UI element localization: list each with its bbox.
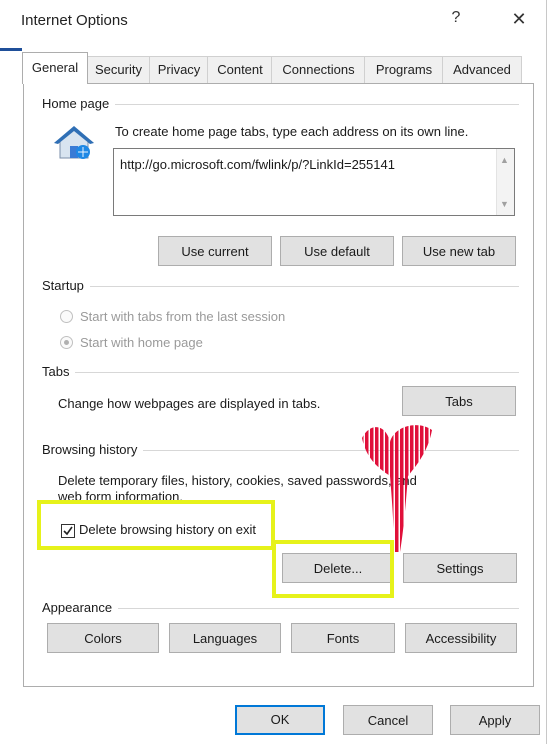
- delete-history-on-exit-checkbox[interactable]: [61, 524, 75, 538]
- tab-privacy[interactable]: Privacy: [149, 56, 209, 83]
- browsing-history-label: Browsing history: [42, 442, 144, 457]
- tab-security[interactable]: Security: [86, 56, 151, 83]
- appearance-label: Appearance: [42, 600, 119, 615]
- settings-button[interactable]: Settings: [403, 553, 517, 583]
- delete-history-on-exit-label: Delete browsing history on exit: [79, 522, 257, 537]
- tabs-section-label: Tabs: [42, 364, 76, 379]
- close-button[interactable]: ✕: [508, 9, 530, 31]
- home-page-instruction: To create home page tabs, type each addr…: [115, 124, 469, 139]
- tabs-divider: [42, 372, 519, 373]
- use-new-tab-button[interactable]: Use new tab: [402, 236, 516, 266]
- startup-home-page-label: Start with home page: [80, 335, 203, 350]
- browsing-history-description-2: web form information.: [58, 489, 183, 504]
- startup-last-session-radio[interactable]: [60, 310, 73, 323]
- tabs-description: Change how webpages are displayed in tab…: [58, 396, 321, 411]
- ok-button[interactable]: OK: [235, 705, 325, 735]
- tab-programs[interactable]: Programs: [364, 56, 444, 83]
- home-page-icon: [52, 124, 96, 162]
- red-marker-annotation: [360, 420, 435, 555]
- home-page-url-text: http://go.microsoft.com/fwlink/p/?LinkId…: [120, 157, 395, 172]
- cancel-button[interactable]: Cancel: [343, 705, 433, 735]
- startup-divider: [42, 286, 519, 287]
- tab-content[interactable]: Content: [207, 56, 273, 83]
- colors-button[interactable]: Colors: [47, 623, 159, 653]
- startup-home-page-radio[interactable]: [60, 336, 73, 349]
- home-page-url-input[interactable]: http://go.microsoft.com/fwlink/p/?LinkId…: [113, 148, 515, 216]
- tab-general[interactable]: General: [22, 52, 88, 84]
- accessibility-button[interactable]: Accessibility: [405, 623, 517, 653]
- tabs-button[interactable]: Tabs: [402, 386, 516, 416]
- fonts-button[interactable]: Fonts: [291, 623, 395, 653]
- tab-connections[interactable]: Connections: [271, 56, 366, 83]
- startup-last-session-label: Start with tabs from the last session: [80, 309, 286, 324]
- delete-button[interactable]: Delete...: [282, 553, 394, 583]
- url-scrollbar[interactable]: ▲ ▼: [496, 149, 514, 215]
- languages-button[interactable]: Languages: [169, 623, 281, 653]
- home-page-label: Home page: [42, 96, 116, 111]
- startup-label: Startup: [42, 278, 90, 293]
- scroll-down-icon[interactable]: ▼: [500, 199, 509, 209]
- apply-button[interactable]: Apply: [450, 705, 540, 735]
- window-right-border: [546, 0, 547, 744]
- use-default-button[interactable]: Use default: [280, 236, 394, 266]
- window-title: Internet Options: [21, 12, 128, 29]
- help-button[interactable]: ?: [446, 9, 466, 29]
- accent-line: [0, 48, 22, 51]
- checkmark-icon: [63, 526, 73, 536]
- internet-options-dialog: Internet Options ? ✕ General Security Pr…: [0, 0, 546, 744]
- use-current-button[interactable]: Use current: [158, 236, 272, 266]
- tab-advanced[interactable]: Advanced: [442, 56, 522, 83]
- scroll-up-icon[interactable]: ▲: [500, 155, 509, 165]
